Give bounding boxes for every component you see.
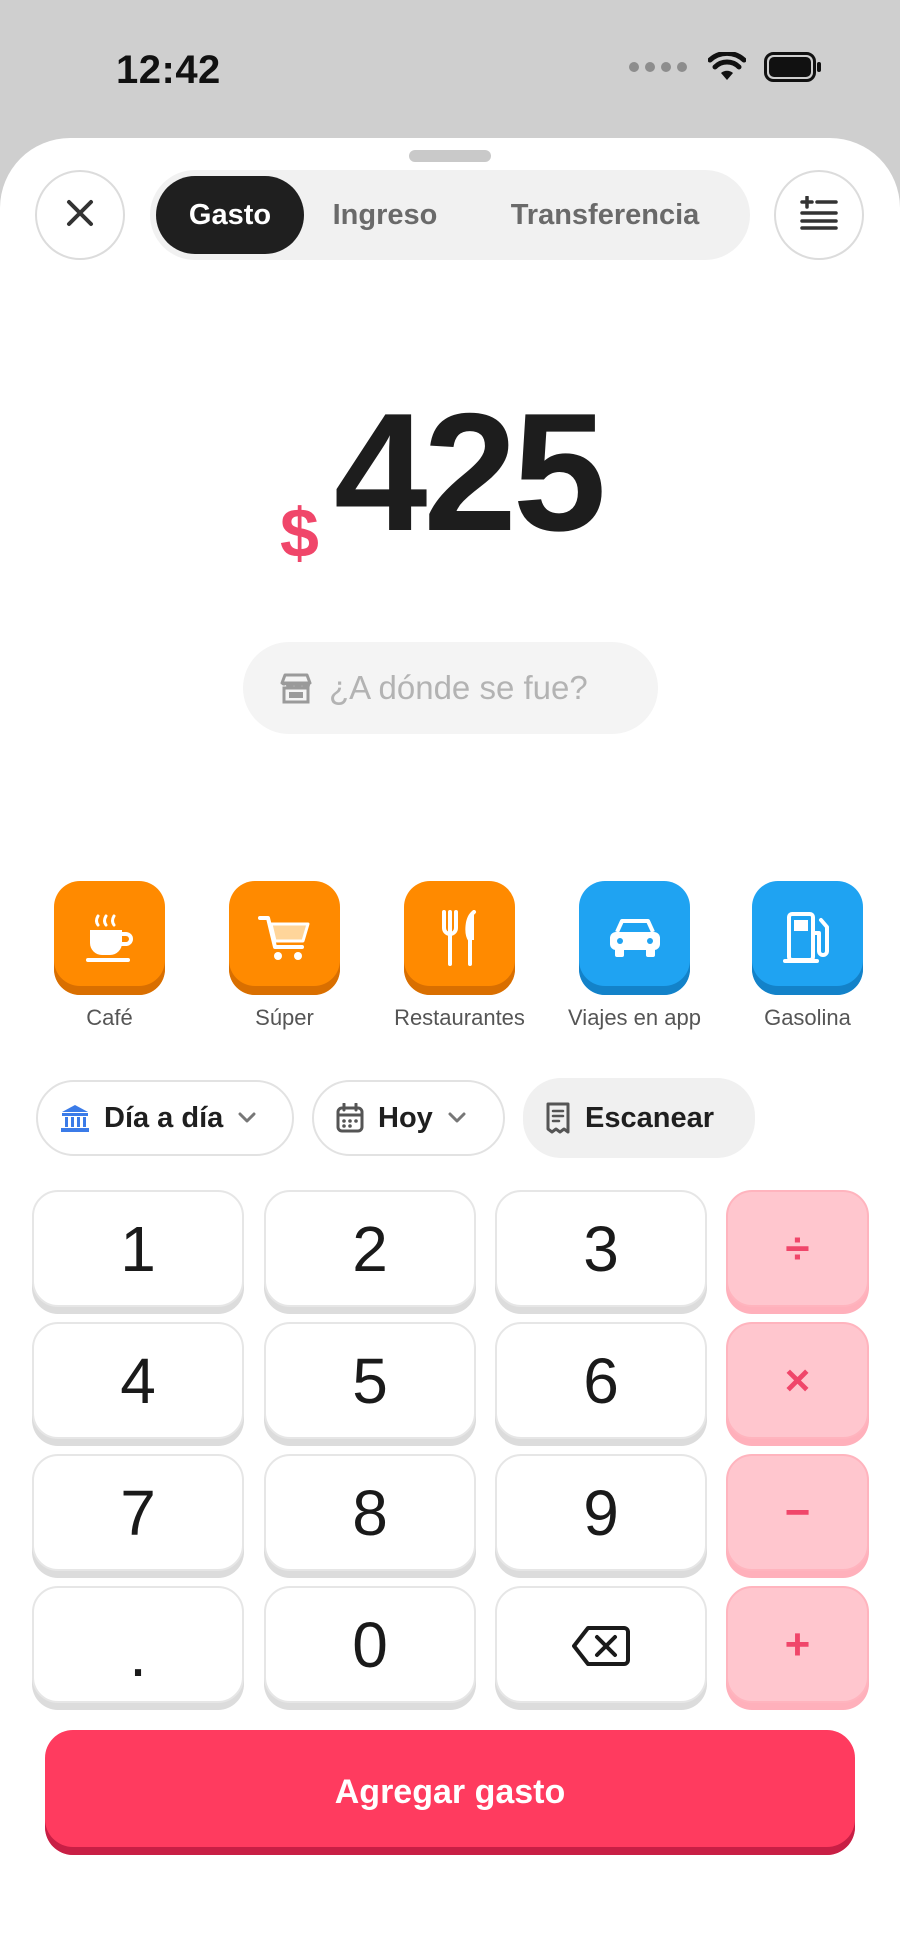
key-2[interactable]: 2 bbox=[264, 1190, 476, 1307]
category-gasolina[interactable]: Gasolina bbox=[720, 881, 895, 1031]
coffee-cup-icon bbox=[54, 881, 165, 995]
add-expense-button[interactable]: Agregar gasto bbox=[45, 1730, 855, 1855]
key-5[interactable]: 5 bbox=[264, 1322, 476, 1439]
scan-receipt-button[interactable]: Escanear bbox=[523, 1078, 755, 1158]
date-label: Hoy bbox=[378, 1101, 433, 1134]
key-add[interactable]: + bbox=[726, 1586, 869, 1703]
bank-icon bbox=[60, 1103, 90, 1133]
list-add-icon bbox=[800, 194, 838, 235]
category-viajes-en-app[interactable]: Viajes en app bbox=[547, 881, 722, 1031]
category-super[interactable]: Súper bbox=[197, 881, 372, 1031]
category-label: Súper bbox=[255, 1005, 314, 1030]
key-4[interactable]: 4 bbox=[32, 1322, 244, 1439]
calendar-icon bbox=[336, 1103, 364, 1133]
key-7[interactable]: 7 bbox=[32, 1454, 244, 1571]
merchant-placeholder: ¿A dónde se fue? bbox=[329, 669, 588, 706]
tab-ingreso[interactable]: Ingreso bbox=[310, 176, 460, 254]
car-icon bbox=[579, 881, 690, 995]
key-multiply[interactable]: × bbox=[726, 1322, 869, 1439]
close-icon bbox=[65, 198, 95, 233]
currency-symbol: $ bbox=[280, 494, 319, 572]
key-1[interactable]: 1 bbox=[32, 1190, 244, 1307]
status-bar: 12:42 bbox=[0, 0, 900, 140]
shopping-cart-icon bbox=[229, 881, 340, 995]
key-8[interactable]: 8 bbox=[264, 1454, 476, 1571]
key-divide[interactable]: ÷ bbox=[726, 1190, 869, 1307]
category-label: Café bbox=[86, 1005, 133, 1030]
fork-knife-icon bbox=[404, 881, 515, 995]
battery-icon bbox=[764, 52, 822, 87]
close-button[interactable] bbox=[35, 170, 125, 260]
tab-transferencia[interactable]: Transferencia bbox=[466, 176, 744, 254]
category-label: Gasolina bbox=[764, 1005, 851, 1030]
fuel-pump-icon bbox=[752, 881, 863, 995]
transaction-type-tabs: Gasto Ingreso Transferencia bbox=[150, 170, 750, 260]
account-label: Día a día bbox=[104, 1101, 224, 1134]
scan-label: Escanear bbox=[585, 1101, 714, 1134]
category-cafe[interactable]: Café bbox=[22, 881, 197, 1031]
add-list-button[interactable] bbox=[774, 170, 864, 260]
amount-display: $ 425 bbox=[0, 378, 900, 572]
merchant-input[interactable]: ¿A dónde se fue? bbox=[243, 642, 658, 734]
chevron-down-icon bbox=[447, 1111, 467, 1125]
category-label: Viajes en app bbox=[568, 1005, 701, 1030]
chevron-down-icon bbox=[237, 1111, 257, 1125]
category-label: Restaurantes bbox=[394, 1005, 525, 1030]
status-time: 12:42 bbox=[116, 48, 221, 92]
status-icons bbox=[628, 50, 822, 87]
key-9[interactable]: 9 bbox=[495, 1454, 707, 1571]
wifi-icon bbox=[707, 50, 747, 87]
receipt-icon bbox=[545, 1102, 571, 1134]
date-selector[interactable]: Hoy bbox=[312, 1080, 505, 1156]
key-0[interactable]: 0 bbox=[264, 1586, 476, 1703]
store-icon bbox=[279, 672, 313, 704]
amount-value: 425 bbox=[334, 378, 606, 566]
key-subtract[interactable]: − bbox=[726, 1454, 869, 1571]
category-restaurantes[interactable]: Restaurantes bbox=[372, 881, 547, 1031]
tab-gasto[interactable]: Gasto bbox=[156, 176, 304, 254]
key-backspace[interactable] bbox=[495, 1586, 707, 1703]
account-selector[interactable]: Día a día bbox=[36, 1080, 294, 1156]
signal-icon bbox=[628, 60, 690, 79]
sheet-grabber[interactable] bbox=[409, 150, 491, 162]
backspace-icon bbox=[572, 1608, 630, 1682]
key-6[interactable]: 6 bbox=[495, 1322, 707, 1439]
screen: 12:42 Gasto Ingreso Transferencia $ 425 … bbox=[0, 0, 900, 1957]
key-3[interactable]: 3 bbox=[495, 1190, 707, 1307]
key-decimal[interactable]: . bbox=[32, 1586, 244, 1703]
